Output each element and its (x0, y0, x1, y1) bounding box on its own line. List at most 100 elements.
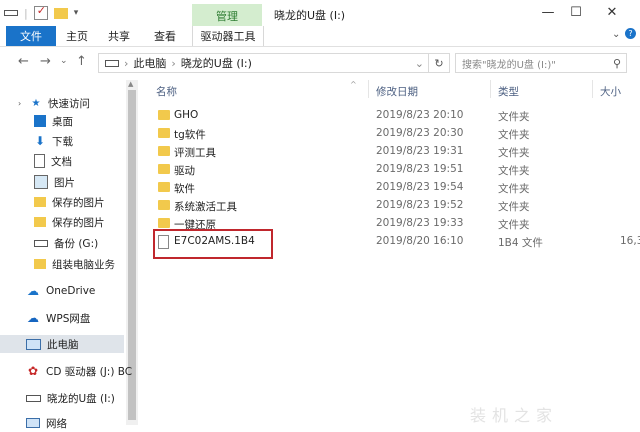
sidebar-item-label: 组装电脑业务 (52, 258, 115, 271)
sidebar-item-saved-pictures-1[interactable]: 保存的图片 (0, 193, 158, 211)
file-name: 评测工具 (174, 147, 216, 159)
sidebar-item-label: 网络 (46, 417, 67, 430)
sidebar-item-backup-drive[interactable]: 备份 (G:) (0, 234, 158, 252)
recent-locations-icon[interactable]: ⌄ (60, 56, 68, 66)
file-type: 文件夹 (498, 201, 530, 213)
refresh-icon[interactable]: ↻ (428, 54, 449, 72)
close-button[interactable]: ✕ (598, 2, 626, 22)
file-date: 2019/8/23 19:33 (376, 217, 464, 229)
tab-view[interactable]: 查看 (150, 26, 180, 46)
breadcrumb-usb-drive[interactable]: 晓龙的U盘 (I:) (181, 55, 252, 71)
properties-icon[interactable]: ✓ (33, 4, 48, 20)
sidebar-item-desktop[interactable]: 桌面 📌 (0, 112, 158, 130)
tab-drive-tools[interactable]: 驱动器工具 (192, 26, 264, 46)
address-bar[interactable]: › 此电脑 › 晓龙的U盘 (I:) ⌄ ↻ (98, 53, 450, 73)
forward-arrow-icon[interactable]: → (40, 54, 51, 69)
expand-ribbon-icon[interactable]: ⌄ (612, 29, 620, 40)
folder-icon (34, 259, 46, 269)
sidebar-item-assembly-business[interactable]: 组装电脑业务 (0, 255, 158, 273)
breadcrumb-separator: › (171, 56, 176, 70)
sidebar-item-onedrive[interactable]: ☁ OneDrive (0, 282, 150, 300)
star-icon: ★ (31, 97, 41, 109)
wps-cloud-icon: ☁ (27, 311, 39, 325)
context-tab-manage[interactable]: 管理 (192, 4, 262, 28)
sidebar-item-usb-drive[interactable]: 晓龙的U盘 (I:) (0, 389, 150, 407)
folder-icon (34, 217, 46, 227)
file-date: 2019/8/23 20:30 (376, 127, 464, 139)
list-item[interactable]: 系统激活工具 2019/8/23 19:52 文件夹 (152, 197, 640, 215)
folder-icon (158, 146, 170, 156)
cloud-icon: ☁ (27, 284, 39, 298)
help-icon[interactable]: ? (625, 28, 636, 39)
sort-up-icon: ^ (350, 80, 357, 89)
file-type: 文件夹 (498, 219, 530, 231)
download-icon: ⬇ (34, 134, 46, 148)
network-icon (26, 418, 40, 428)
sidebar-item-label: 桌面 (52, 115, 73, 128)
column-header-size[interactable]: 大小 (600, 84, 621, 99)
breadcrumb-this-pc[interactable]: 此电脑 (133, 55, 166, 71)
file-type: 1B4 文件 (498, 237, 543, 249)
sidebar-item-this-pc[interactable]: 此电脑 (0, 335, 124, 353)
address-row: ← → ⌄ ↑ › 此电脑 › 晓龙的U盘 (I:) ⌄ ↻ 搜索"晓龙的U盘 … (0, 47, 640, 77)
sidebar-item-label: 下载 (52, 135, 73, 148)
drive-icon[interactable] (4, 10, 18, 16)
column-header-date[interactable]: 修改日期 (376, 84, 418, 99)
minimize-button[interactable]: — (534, 2, 562, 22)
desktop-icon (34, 115, 46, 127)
list-item[interactable]: GHO 2019/8/23 20:10 文件夹 (152, 107, 640, 125)
sidebar-item-quick-access[interactable]: › ★ 快速访问 (0, 94, 142, 112)
tab-home[interactable]: 主页 (62, 26, 92, 46)
folder-icon (158, 164, 170, 174)
tab-share[interactable]: 共享 (104, 26, 134, 46)
up-arrow-icon[interactable]: ↑ (76, 54, 87, 69)
sidebar-item-saved-pictures-2[interactable]: 保存的图片 (0, 213, 158, 231)
search-input[interactable]: 搜索"晓龙的U盘 (I:)" ⚲ (455, 53, 627, 73)
tab-file[interactable]: 文件 (6, 26, 56, 46)
sidebar-item-label: 文档 (51, 155, 72, 168)
sidebar-item-cd-drive[interactable]: ✿ CD 驱动器 (J:) BC (0, 362, 150, 380)
sidebar-item-label: WPS网盘 (46, 312, 91, 325)
column-divider[interactable] (592, 80, 593, 98)
toolbar-separator: | (24, 6, 28, 20)
file-type: 文件夹 (498, 147, 530, 159)
file-name: 驱动 (174, 165, 195, 177)
sidebar-item-wps-cloud[interactable]: ☁ WPS网盘 (0, 309, 150, 327)
sidebar-item-label: 晓龙的U盘 (I:) (47, 392, 115, 405)
file-name: tg软件 (174, 129, 206, 141)
scroll-up-icon[interactable]: ▲ (128, 80, 133, 88)
back-arrow-icon[interactable]: ← (18, 54, 29, 69)
cd-icon: ✿ (27, 364, 39, 378)
new-folder-icon[interactable] (53, 7, 68, 19)
list-item[interactable]: 驱动 2019/8/23 19:51 文件夹 (152, 161, 640, 179)
file-date: 2019/8/23 19:52 (376, 199, 464, 211)
chevron-right-icon[interactable]: › (18, 99, 21, 108)
list-item[interactable]: 评测工具 2019/8/23 19:31 文件夹 (152, 143, 640, 161)
folder-icon (158, 200, 170, 210)
column-divider[interactable] (490, 80, 491, 98)
customize-toolbar-icon[interactable]: ▾ (74, 8, 79, 18)
column-divider[interactable] (368, 80, 369, 98)
computer-icon (26, 338, 41, 350)
breadcrumb-separator: › (124, 56, 129, 70)
column-header-name[interactable]: 名称 (156, 84, 177, 99)
folder-icon (158, 182, 170, 192)
maximize-button[interactable]: ☐ (562, 2, 590, 22)
file-name: 软件 (174, 183, 195, 195)
sidebar-item-documents[interactable]: 文档 📌 (0, 152, 158, 170)
file-date: 2019/8/20 16:10 (376, 235, 464, 247)
file-date: 2019/8/23 19:31 (376, 145, 464, 157)
list-item[interactable]: 软件 2019/8/23 19:54 文件夹 (152, 179, 640, 197)
sidebar-item-pictures[interactable]: 图片 📌 (0, 173, 158, 191)
sidebar-item-network[interactable]: 网络 (0, 414, 150, 432)
drive-icon (105, 59, 119, 67)
sidebar-item-downloads[interactable]: ⬇ 下载 📌 (0, 132, 158, 150)
folder-icon (34, 197, 46, 207)
column-header-type[interactable]: 类型 (498, 84, 519, 99)
file-type: 文件夹 (498, 165, 530, 177)
quick-access-toolbar: | ✓ ▾ (4, 4, 78, 22)
file-size: 16,38 (620, 235, 640, 247)
list-item[interactable]: tg软件 2019/8/23 20:30 文件夹 (152, 125, 640, 143)
sidebar-item-label: CD 驱动器 (J:) BC (46, 365, 133, 378)
address-dropdown-icon[interactable]: ⌄ (415, 57, 424, 70)
